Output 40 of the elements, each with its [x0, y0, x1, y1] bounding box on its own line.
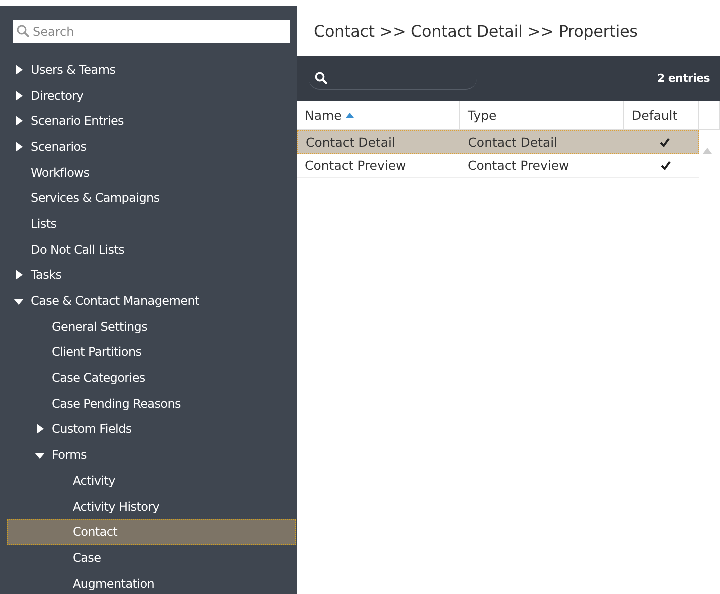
breadcrumb-title: Contact >> Contact Detail >> Properties [313, 20, 639, 42]
tree-item[interactable]: Scenario Entries [31, 114, 124, 128]
column-header[interactable]: Default [624, 101, 699, 129]
caret-right-icon[interactable] [14, 64, 24, 75]
tree-item[interactable]: Lists [31, 216, 57, 231]
tree-item[interactable]: Case Categories [52, 371, 146, 386]
tree-item[interactable]: Forms [52, 448, 87, 462]
tree-item[interactable]: Do Not Call Lists [31, 242, 125, 257]
tree-item[interactable]: Activity History [73, 500, 160, 514]
column-header[interactable]: Type [460, 101, 624, 129]
tree-item[interactable]: Client Partitions [52, 345, 142, 360]
tree-item[interactable]: Case [73, 550, 102, 565]
tree-item[interactable]: Case & Contact Management [31, 294, 200, 308]
tree-item[interactable]: Case Pending Reasons [52, 396, 181, 411]
column-header[interactable]: Name [297, 101, 460, 129]
entry-count: 2 entries [657, 72, 710, 85]
caret-down-icon[interactable] [14, 296, 24, 306]
caret-right-icon[interactable] [35, 424, 45, 434]
caret-right-icon[interactable] [14, 90, 24, 101]
tree-item[interactable]: Custom Fields [52, 422, 132, 436]
caret-right-icon[interactable] [14, 270, 24, 280]
table-cell-text: Contact Detail [305, 134, 396, 150]
table-cell-text: Contact Preview [467, 158, 570, 173]
tree-item[interactable]: Directory [31, 88, 84, 103]
search-field[interactable]: Search [13, 20, 290, 43]
caret-right-icon[interactable] [14, 142, 24, 152]
caret-right-icon[interactable] [14, 116, 24, 126]
table-cell-text: Contact Detail [467, 134, 559, 150]
caret-down-icon[interactable] [35, 450, 45, 460]
tree-item[interactable]: Workflows [31, 166, 90, 180]
tree-item[interactable]: Augmentation [73, 576, 155, 591]
tree-item[interactable]: Services & Campaigns [31, 191, 160, 206]
search-icon [315, 72, 328, 84]
tree-item[interactable]: General Settings [52, 320, 148, 334]
tree-item[interactable]: Activity [73, 474, 116, 488]
table-cell-text: Contact Preview [304, 158, 408, 173]
tree-item[interactable]: Scenarios [31, 140, 87, 154]
tree-item[interactable]: Contact [73, 525, 118, 540]
tree-item[interactable]: Tasks [31, 268, 62, 282]
tree-item[interactable]: Users & Teams [31, 62, 116, 77]
